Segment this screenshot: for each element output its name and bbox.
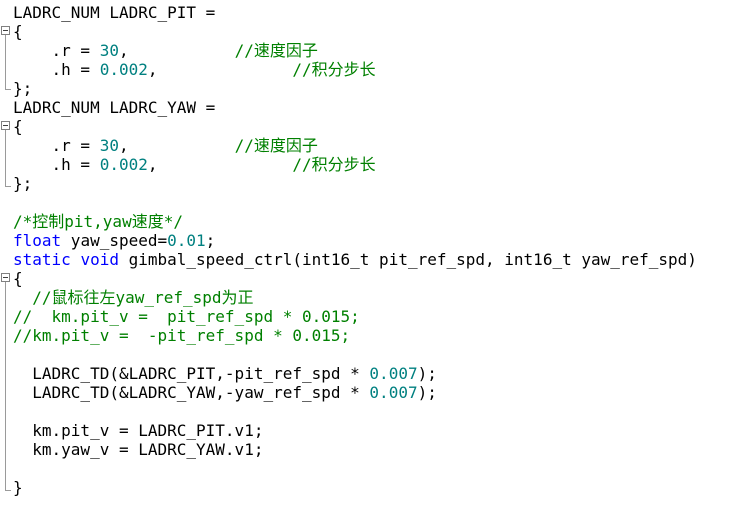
code-line[interactable]: .h = 0.002, //积分步长 (13, 155, 376, 174)
code-token-keyword: float (13, 231, 62, 250)
fold-line (5, 130, 6, 186)
code-line[interactable]: //km.pit_v = -pit_ref_spd * 0.015; (13, 326, 350, 345)
code-token-comment: //鼠标往左yaw_ref_spd为正 (13, 288, 254, 307)
code-token-comment: //积分步长 (292, 60, 376, 79)
code-line[interactable]: LADRC_NUM LADRC_YAW = (13, 98, 215, 117)
fold-line (5, 282, 6, 490)
code-token-plain: gimbal_speed_ctrl(int16_t pit_ref_spd, i… (118, 250, 697, 269)
code-token-comment: /*控制pit,yaw速度*/ (13, 212, 183, 231)
code-line[interactable]: float yaw_speed=0.01; (13, 231, 215, 250)
code-token-plain: LADRC_NUM LADRC_YAW = (13, 98, 216, 117)
code-token-comment: //速度因子 (234, 136, 318, 155)
fold-end-marker (5, 89, 11, 90)
code-token-comment: //速度因子 (234, 41, 318, 60)
code-token-comment: //积分步长 (292, 155, 376, 174)
code-token-plain: , (118, 136, 235, 155)
code-line[interactable]: }; (13, 79, 32, 98)
fold-line (5, 35, 6, 89)
code-token-plain: , (147, 60, 293, 79)
code-line[interactable]: //鼠标往左yaw_ref_spd为正 (13, 288, 254, 307)
code-token-plain: } (13, 478, 23, 497)
fold-end-marker (5, 490, 11, 491)
code-token-number: 0.002 (99, 60, 148, 79)
code-token-number: 0.002 (99, 155, 148, 174)
code-token-keyword: static (13, 250, 71, 269)
code-token-plain: yaw_speed= (61, 231, 168, 250)
code-token-comment: //km.pit_v = -pit_ref_spd * 0.015; (13, 326, 351, 345)
code-token-number: 0.007 (369, 383, 418, 402)
code-line[interactable]: km.pit_v = LADRC_PIT.v1; (13, 421, 263, 440)
code-line[interactable]: } (13, 478, 23, 497)
code-token-plain: , (147, 155, 293, 174)
code-token-plain: }; (13, 174, 33, 193)
code-token-plain: { (13, 22, 23, 41)
code-token-number: 0.007 (369, 364, 418, 383)
code-token-number: 30 (99, 136, 119, 155)
code-editor[interactable]: LADRC_NUM LADRC_PIT ={ .r = 30, //速度因子 .… (0, 0, 738, 514)
code-token-plain: km.yaw_v = LADRC_YAW.v1; (13, 440, 264, 459)
code-token-plain: ; (205, 231, 216, 250)
code-token-plain: ); (417, 383, 437, 402)
code-token-plain: LADRC_TD(&LADRC_YAW,-yaw_ref_spd * (13, 383, 370, 402)
code-line[interactable]: LADRC_TD(&LADRC_YAW,-yaw_ref_spd * 0.007… (13, 383, 437, 402)
code-token-plain: .r = (13, 41, 100, 60)
code-token-plain: }; (13, 79, 33, 98)
code-token-plain: { (13, 117, 23, 136)
fold-toggle-icon[interactable] (1, 273, 10, 282)
code-line[interactable]: km.yaw_v = LADRC_YAW.v1; (13, 440, 263, 459)
code-token-number: 0.01 (167, 231, 206, 250)
code-line[interactable]: }; (13, 174, 32, 193)
fold-gutter (0, 0, 12, 514)
code-token-plain: { (13, 269, 23, 288)
code-line[interactable]: // km.pit_v = pit_ref_spd * 0.015; (13, 307, 360, 326)
code-line[interactable]: .h = 0.002, //积分步长 (13, 60, 376, 79)
code-token-number: 30 (99, 41, 119, 60)
code-token-plain: .r = (13, 136, 100, 155)
code-line[interactable]: LADRC_TD(&LADRC_PIT,-pit_ref_spd * 0.007… (13, 364, 437, 383)
fold-toggle-icon[interactable] (1, 121, 10, 130)
code-token-plain: LADRC_NUM LADRC_PIT = (13, 3, 216, 22)
code-token-plain: .h = (13, 155, 100, 174)
code-line[interactable]: /*控制pit,yaw速度*/ (13, 212, 183, 231)
code-line[interactable]: { (13, 117, 23, 136)
code-token-plain: LADRC_TD(&LADRC_PIT,-pit_ref_spd * (13, 364, 370, 383)
code-line[interactable]: LADRC_NUM LADRC_PIT = (13, 3, 215, 22)
code-token-plain: , (118, 41, 235, 60)
code-token-keyword: void (80, 250, 119, 269)
code-line[interactable]: { (13, 22, 23, 41)
code-line[interactable]: static void gimbal_speed_ctrl(int16_t pi… (13, 250, 697, 269)
code-token-plain: km.pit_v = LADRC_PIT.v1; (13, 421, 264, 440)
fold-end-marker (5, 186, 11, 187)
code-token-plain: .h = (13, 60, 100, 79)
code-line[interactable]: .r = 30, //速度因子 (13, 41, 318, 60)
code-token-plain: ); (417, 364, 437, 383)
code-line[interactable]: { (13, 269, 23, 288)
code-token-comment: // km.pit_v = pit_ref_spd * 0.015; (13, 307, 360, 326)
fold-toggle-icon[interactable] (1, 26, 10, 35)
code-line[interactable]: .r = 30, //速度因子 (13, 136, 318, 155)
